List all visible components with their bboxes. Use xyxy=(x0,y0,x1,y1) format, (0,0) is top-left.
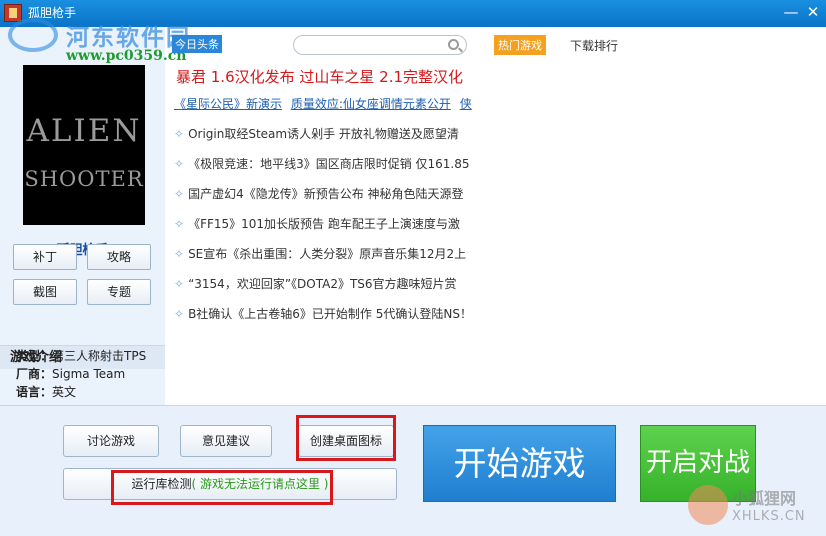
cover-title-line2: SHOOTER xyxy=(24,167,144,191)
watermark-bottom: 小狐狸网 XHLKS.CN xyxy=(688,483,820,533)
watermark-bottom-url: XHLKS.CN xyxy=(732,509,806,524)
news-item[interactable]: ✧ 《FF15》101加长版预告 跑车配王子上演速度与激 xyxy=(174,215,472,233)
game-cover-image: ALIEN SHOOTER xyxy=(23,65,145,225)
bullet-icon: ✧ xyxy=(174,187,185,201)
news-item[interactable]: ✧ Origin取经Steam诱人剁手 开放礼物赠送及愿望清 xyxy=(174,125,472,143)
watermark-url: www.pc0359.cn xyxy=(66,48,187,64)
news-item[interactable]: ✧ B社确认《上古卷轴6》已开始制作 5代确认登陆NS！ xyxy=(174,305,472,323)
search-input[interactable] xyxy=(293,35,467,55)
minimize-icon[interactable]: — xyxy=(780,2,802,22)
sublink[interactable]: 质量效应:仙女座调情元素公开 xyxy=(291,97,451,111)
guide-button[interactable]: 攻略 xyxy=(87,244,151,270)
game-info-panel: ALIEN SHOOTER 孤胆枪手 补丁 攻略 截图 专题 游戏介绍 类型：第… xyxy=(0,27,165,405)
cover-title-line1: ALIEN xyxy=(26,113,142,149)
info-type: 类型：第三人称射击TPS xyxy=(16,349,147,363)
bullet-icon: ✧ xyxy=(174,157,185,171)
highlight-frame xyxy=(111,470,333,505)
tab-hot-games[interactable]: 热门游戏 xyxy=(494,35,546,55)
bullet-icon: ✧ xyxy=(174,277,185,291)
bullet-icon: ✧ xyxy=(174,127,185,141)
sublink[interactable]: 《星际公民》新演示 xyxy=(174,97,282,111)
news-item[interactable]: ✧ 国产虚幻4《隐龙传》新预告公布 神秘角色陆天源登 xyxy=(174,185,472,203)
bullet-icon: ✧ xyxy=(174,217,185,231)
close-icon[interactable]: ✕ xyxy=(802,2,824,22)
feedback-button[interactable]: 意见建议 xyxy=(180,425,272,457)
sublink[interactable]: 侠 xyxy=(460,97,472,111)
watermark-logo-icon xyxy=(8,18,58,52)
news-item[interactable]: ✧ “3154，欢迎回家”《DOTA2》TS6官方趣味短片赏 xyxy=(174,275,472,293)
info-vendor: 厂商：Sigma Team xyxy=(16,367,126,381)
patch-button[interactable]: 补丁 xyxy=(13,244,77,270)
news-item[interactable]: ✧ SE宣布《杀出重围：人类分裂》原声音乐集12月2上 xyxy=(174,245,472,263)
bullet-icon: ✧ xyxy=(174,307,185,321)
highlight-frame xyxy=(296,415,396,461)
screenshot-button[interactable]: 截图 xyxy=(13,279,77,305)
news-tag: 今日头条 xyxy=(172,35,222,53)
watermark-bottom-brand: 小狐狸网 xyxy=(732,489,797,508)
topic-button[interactable]: 专题 xyxy=(87,279,151,305)
fox-logo-icon xyxy=(688,485,728,525)
news-sublinks: 《星际公民》新演示 质量效应:仙女座调情元素公开 侠 xyxy=(174,95,472,115)
bullet-icon: ✧ xyxy=(174,247,185,261)
info-language: 语言：英文 xyxy=(16,385,77,399)
discuss-game-button[interactable]: 讨论游戏 xyxy=(63,425,159,457)
tab-download-rank[interactable]: 下载排行 xyxy=(570,37,618,54)
search-icon[interactable] xyxy=(448,39,459,50)
news-headline[interactable]: 暴君 1.6汉化发布 过山车之星 2.1完整汉化 xyxy=(176,66,463,87)
start-game-button[interactable]: 开始游戏 xyxy=(423,425,616,502)
news-item[interactable]: ✧ 《极限竞速：地平线3》国区商店限时促销 仅161.85 xyxy=(174,155,472,173)
